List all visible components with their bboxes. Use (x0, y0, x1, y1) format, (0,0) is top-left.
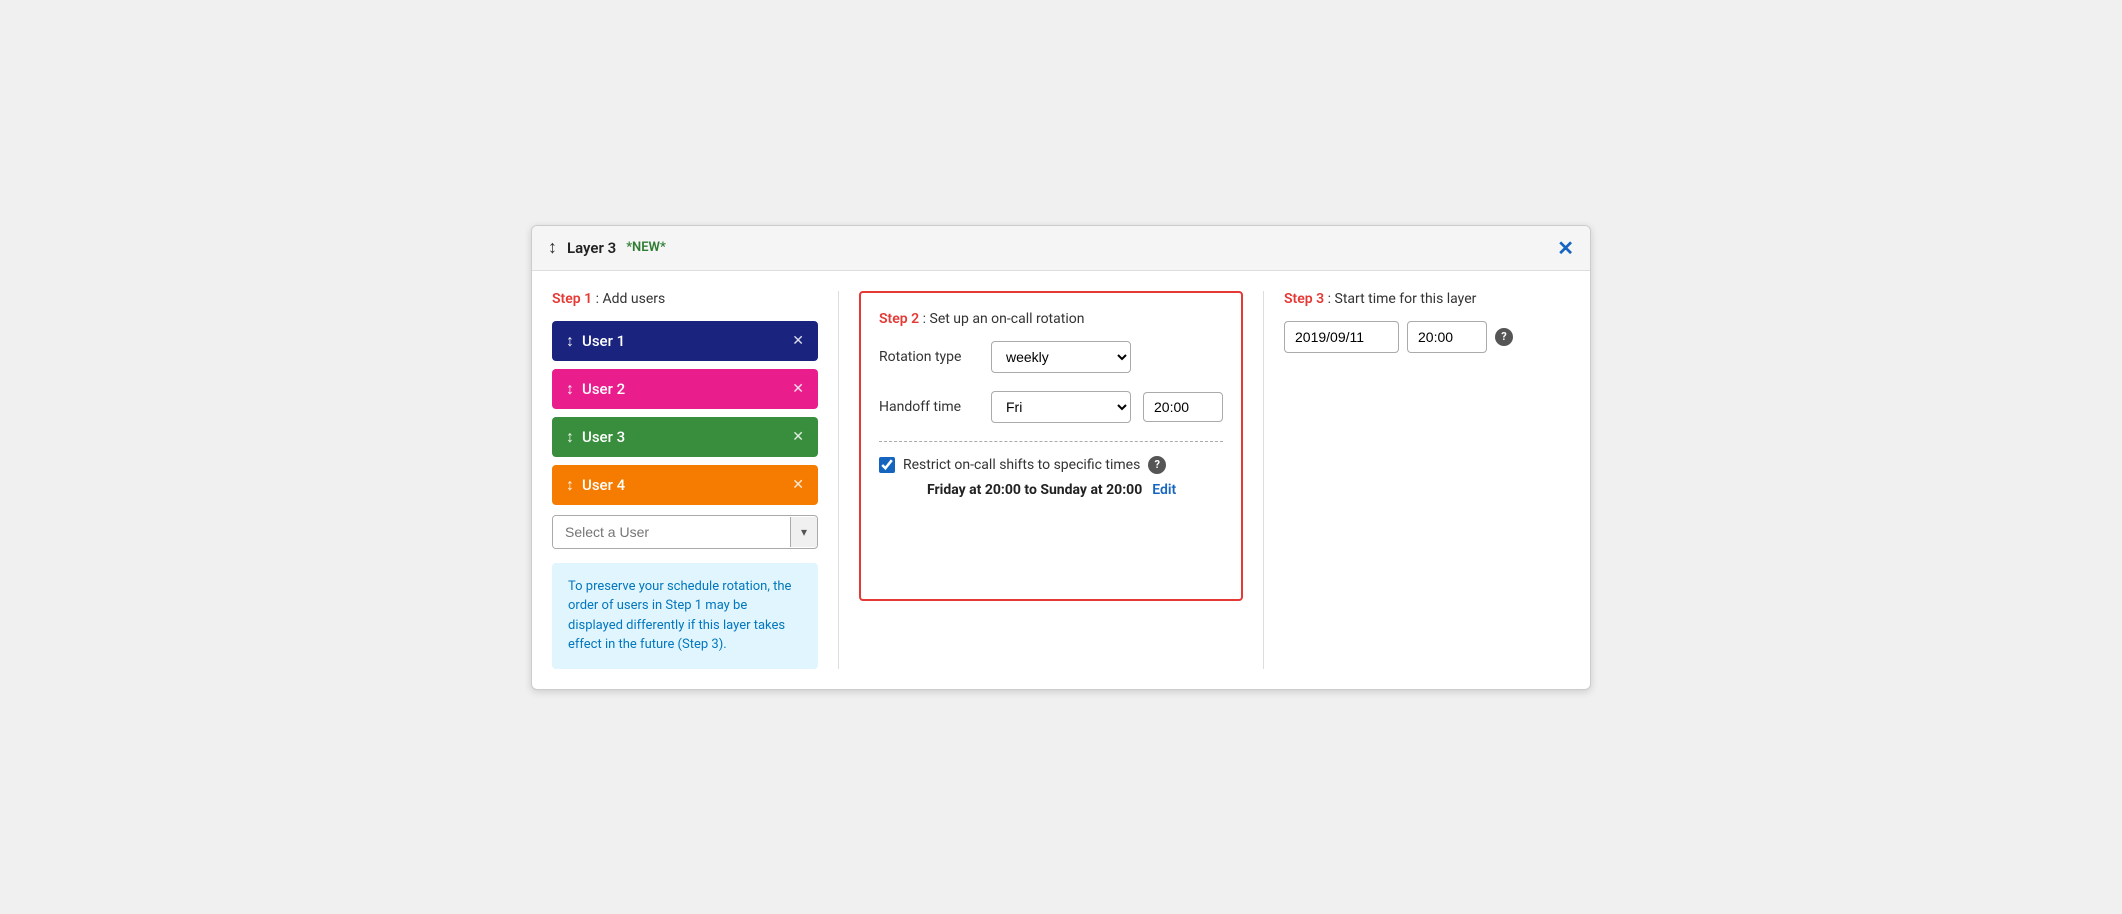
start-date-input[interactable] (1284, 321, 1399, 353)
select-user-dropdown[interactable]: ▾ (552, 515, 818, 549)
remove-user2-button[interactable]: ✕ (792, 381, 804, 397)
step3-inputs-row: ? (1284, 321, 1550, 353)
close-window-button[interactable]: ✕ (1557, 236, 1574, 260)
step1-header: Step 1 : Add users (552, 291, 818, 307)
select-user-arrow-icon: ▾ (790, 517, 817, 547)
user2-label: User 2 (582, 380, 625, 398)
step1-colon: : (596, 291, 603, 307)
step3-colon: : (1328, 291, 1335, 307)
drag-handle-icon: ↕ (566, 379, 574, 399)
handoff-label: Handoff time (879, 399, 979, 415)
remove-user4-button[interactable]: ✕ (792, 477, 804, 493)
drag-handle-icon: ↕ (566, 475, 574, 495)
info-text: To preserve your schedule rotation, the … (568, 579, 791, 653)
user4-label: User 4 (582, 476, 625, 494)
step3-header: Step 3 : Start time for this layer (1284, 291, 1550, 307)
restrict-label: Restrict on-call shifts to specific time… (903, 457, 1140, 473)
restrict-checkbox-row: Restrict on-call shifts to specific time… (879, 456, 1223, 474)
restrict-time-row: Friday at 20:00 to Sunday at 20:00 Edit (903, 482, 1223, 498)
handoff-time-row: Handoff time Mon Tue Wed Thu Fri Sat Sun (879, 391, 1223, 423)
user-row[interactable]: ↕ User 4 ✕ (552, 465, 818, 505)
step2-title: Set up an on-call rotation (930, 311, 1085, 327)
content-area: Step 1 : Add users ↕ User 1 ✕ ↕ User 2 (532, 271, 1590, 689)
titlebar-new-badge: *NEW* (626, 240, 666, 255)
rotation-type-select[interactable]: weekly daily custom (991, 341, 1131, 373)
step3-column: Step 3 : Start time for this layer ? (1264, 291, 1570, 669)
remove-user3-button[interactable]: ✕ (792, 429, 804, 445)
drag-handle-icon: ↕ (566, 427, 574, 447)
step2-header: Step 2 : Set up an on-call rotation (879, 311, 1223, 327)
user3-label: User 3 (582, 428, 625, 446)
user-row[interactable]: ↕ User 2 ✕ (552, 369, 818, 409)
step3-title: Start time for this layer (1335, 291, 1477, 307)
handoff-time-input[interactable] (1143, 392, 1223, 422)
rotation-type-label: Rotation type (879, 349, 979, 365)
step3-help-icon[interactable]: ? (1495, 328, 1513, 346)
layer-drag-icon: ↕ (548, 237, 557, 258)
start-time-input[interactable] (1407, 321, 1487, 353)
step2-column: Step 2 : Set up an on-call rotation Rota… (839, 291, 1264, 669)
step1-label: Step 1 (552, 291, 592, 307)
step3-label: Step 3 (1284, 291, 1324, 307)
user-list: ↕ User 1 ✕ ↕ User 2 ✕ ↕ User 3 (552, 321, 818, 505)
handoff-day-select[interactable]: Mon Tue Wed Thu Fri Sat Sun (991, 391, 1131, 423)
step1-column: Step 1 : Add users ↕ User 1 ✕ ↕ User 2 (552, 291, 839, 669)
step2-label: Step 2 (879, 311, 919, 327)
drag-handle-icon: ↕ (566, 331, 574, 351)
user-row[interactable]: ↕ User 1 ✕ (552, 321, 818, 361)
user1-label: User 1 (582, 332, 625, 350)
step2-box: Step 2 : Set up an on-call rotation Rota… (859, 291, 1243, 601)
remove-user1-button[interactable]: ✕ (792, 333, 804, 349)
rotation-type-row: Rotation type weekly daily custom (879, 341, 1223, 373)
titlebar-title: Layer 3 (567, 239, 616, 257)
titlebar: ↕ Layer 3 *NEW* ✕ (532, 226, 1590, 271)
edit-restrict-link[interactable]: Edit (1152, 482, 1176, 498)
help-icon[interactable]: ? (1148, 456, 1166, 474)
step1-title: Add users (603, 291, 666, 307)
main-window: ↕ Layer 3 *NEW* ✕ Step 1 : Add users ↕ U… (531, 225, 1591, 690)
info-box: To preserve your schedule rotation, the … (552, 563, 818, 669)
restrict-time-text: Friday at 20:00 to Sunday at 20:00 (927, 482, 1142, 498)
section-divider (879, 441, 1223, 442)
restrict-checkbox[interactable] (879, 457, 895, 473)
step2-colon: : (923, 311, 930, 327)
user-row[interactable]: ↕ User 3 ✕ (552, 417, 818, 457)
select-user-input[interactable] (553, 516, 790, 548)
